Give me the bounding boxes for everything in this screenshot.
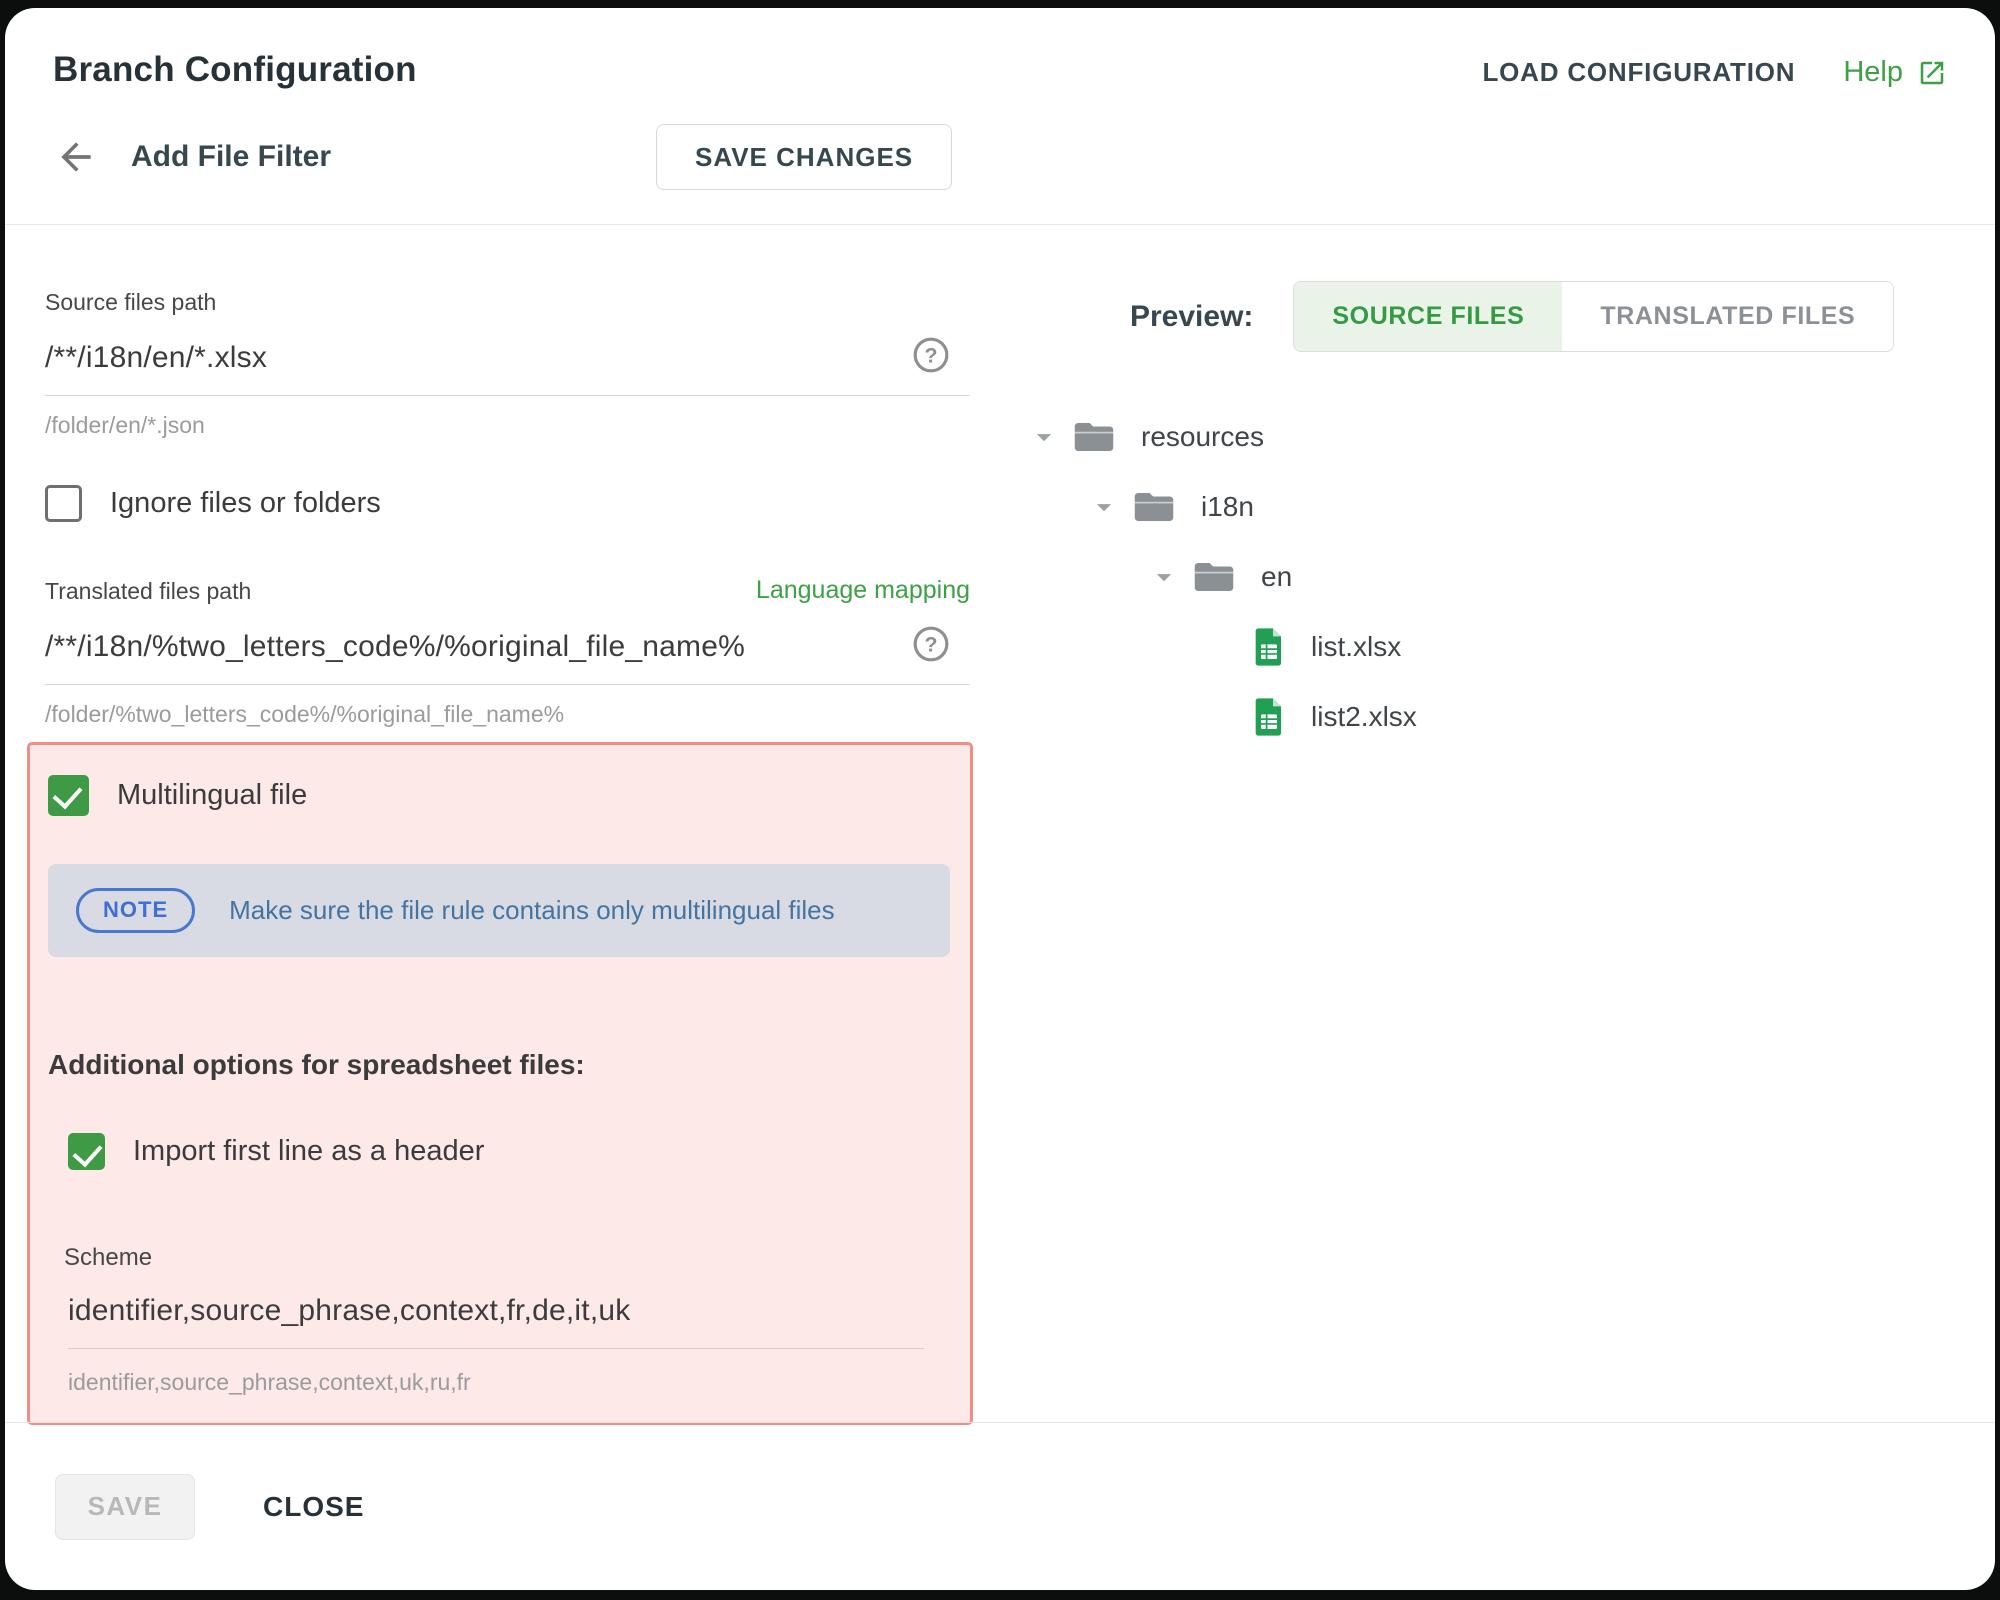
source-files-path-hint: /folder/en/*.json [45, 412, 970, 439]
file-filter-form: Source files path /**/i18n/en/*.xlsx ? /… [45, 225, 970, 1425]
checkbox-icon [48, 775, 89, 816]
caret-down-icon[interactable] [1087, 490, 1133, 524]
tree-item-label: list2.xlsx [1311, 701, 1417, 733]
spreadsheet-file-icon [1253, 627, 1285, 667]
translated-files-path-label: Translated files path [45, 578, 251, 605]
file-tree: resources i18n en list.xlsx list2.xlsx [1015, 402, 1995, 752]
folder-icon [1133, 489, 1175, 525]
scheme-label: Scheme [64, 1244, 952, 1272]
back-button[interactable] [53, 134, 99, 180]
note-text: Make sure the file rule contains only mu… [229, 895, 835, 926]
language-mapping-link[interactable]: Language mapping [756, 576, 970, 605]
scheme-hint: identifier,source_phrase,context,uk,ru,f… [68, 1369, 952, 1396]
branch-configuration-dialog: Branch Configuration LOAD CONFIGURATION … [5, 8, 1995, 1590]
ignore-files-checkbox[interactable]: Ignore files or folders [45, 485, 970, 522]
note-badge: NOTE [76, 888, 195, 933]
tree-item-label: en [1261, 561, 1292, 593]
page-title: Branch Configuration [53, 50, 417, 90]
tree-row-en[interactable]: en [1027, 542, 1995, 612]
translated-files-path-input[interactable]: /**/i18n/%two_letters_code%/%original_fi… [45, 630, 745, 664]
back-arrow-icon [54, 135, 98, 179]
translated-files-path-hint: /folder/%two_letters_code%/%original_fil… [45, 701, 970, 728]
caret-down-icon[interactable] [1027, 420, 1073, 454]
tree-row-list.xlsx[interactable]: list.xlsx [1027, 612, 1995, 682]
folder-icon [1193, 559, 1235, 595]
preview-panel: Preview: SOURCE FILESTRANSLATED FILES re… [1015, 225, 1995, 752]
help-link-label: Help [1843, 56, 1903, 89]
import-first-line-checkbox[interactable]: Import first line as a header [68, 1133, 952, 1170]
scheme-input[interactable]: identifier,source_phrase,context,fr,de,i… [68, 1294, 924, 1328]
tree-row-resources[interactable]: resources [1027, 402, 1995, 472]
dialog-footer: SAVE CLOSE [5, 1422, 1995, 1590]
svg-text:?: ? [924, 343, 937, 367]
checkbox-icon [45, 485, 82, 522]
help-circle-icon[interactable]: ? [912, 625, 950, 668]
tree-row-i18n[interactable]: i18n [1027, 472, 1995, 542]
checkbox-icon [68, 1133, 105, 1170]
load-configuration-button[interactable]: LOAD CONFIGURATION [1482, 57, 1795, 88]
source-files-path-input[interactable]: /**/i18n/en/*.xlsx [45, 341, 267, 375]
save-button[interactable]: SAVE [55, 1474, 195, 1540]
svg-text:?: ? [924, 632, 937, 656]
subheader-title: Add File Filter [131, 140, 331, 174]
multilingual-file-checkbox[interactable]: Multilingual file [48, 775, 952, 816]
preview-tab-translated-files[interactable]: TRANSLATED FILES [1562, 282, 1893, 351]
preview-tab-source-files[interactable]: SOURCE FILES [1294, 282, 1562, 351]
spreadsheet-options-heading: Additional options for spreadsheet files… [48, 1049, 952, 1081]
source-files-path-label: Source files path [45, 289, 970, 316]
preview-label: Preview: [1130, 300, 1253, 334]
note-banner: NOTE Make sure the file rule contains on… [48, 864, 950, 957]
tree-item-label: list.xlsx [1311, 631, 1401, 663]
import-first-line-checkbox-label: Import first line as a header [133, 1135, 484, 1168]
multilingual-file-checkbox-label: Multilingual file [117, 779, 307, 812]
close-button[interactable]: CLOSE [243, 1475, 384, 1539]
tree-item-label: i18n [1201, 491, 1254, 523]
ignore-files-checkbox-label: Ignore files or folders [110, 487, 381, 520]
external-link-icon [1917, 58, 1947, 88]
help-link[interactable]: Help [1843, 56, 1947, 89]
save-changes-button[interactable]: SAVE CHANGES [656, 124, 952, 190]
help-circle-icon[interactable]: ? [912, 336, 950, 379]
dialog-header: Branch Configuration LOAD CONFIGURATION … [5, 8, 1995, 224]
multilingual-highlight-section: Multilingual file NOTE Make sure the fil… [27, 742, 973, 1425]
tree-row-list2.xlsx[interactable]: list2.xlsx [1027, 682, 1995, 752]
caret-down-icon[interactable] [1147, 560, 1193, 594]
tree-item-label: resources [1141, 421, 1264, 453]
preview-tabs: SOURCE FILESTRANSLATED FILES [1293, 281, 1894, 352]
folder-icon [1073, 419, 1115, 455]
spreadsheet-file-icon [1253, 697, 1285, 737]
